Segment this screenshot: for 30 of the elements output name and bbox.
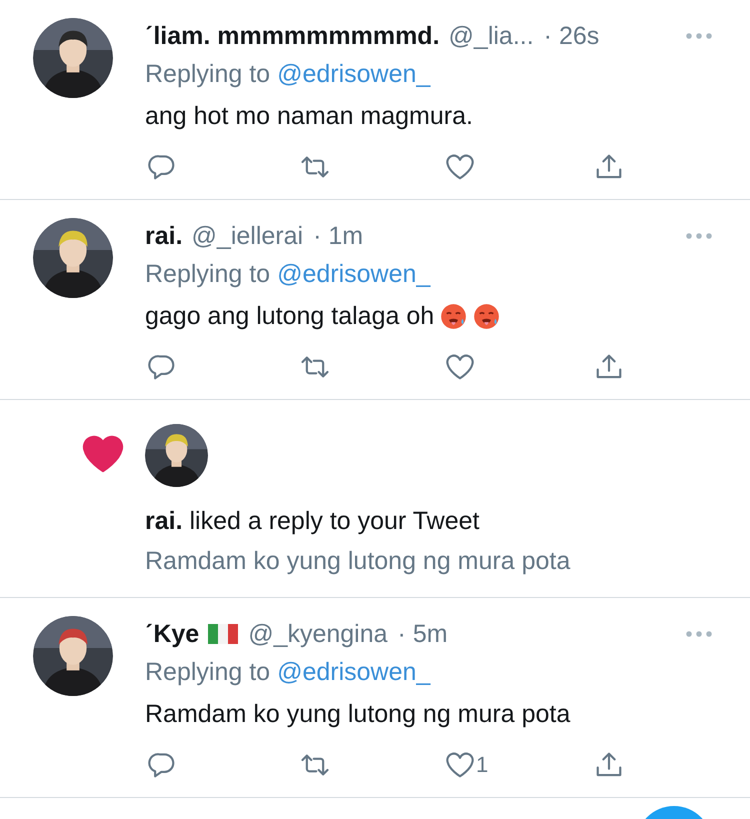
reply-icon[interactable] <box>147 152 177 182</box>
mention-link[interactable]: @edrisowen_ <box>277 60 430 88</box>
timestamp: · 1m <box>313 222 364 250</box>
heart-icon[interactable] <box>445 352 475 382</box>
reply-icon[interactable] <box>147 352 177 382</box>
tweet-text: Ramdam ko yung lutong ng mura pota <box>145 700 570 728</box>
tweet-text: gago ang lutong talaga oh <box>145 302 434 330</box>
user-name[interactable]: ˊliam. mmmmmmmmmd. <box>145 22 440 50</box>
user-handle[interactable]: @_iellerai <box>192 222 304 250</box>
timestamp: · 26s <box>544 22 600 50</box>
notification-text: rai. liked a reply to your Tweet <box>145 506 480 537</box>
hot-face-icon <box>440 302 468 330</box>
hot-face-icon <box>473 302 500 330</box>
heart-icon[interactable] <box>445 152 475 182</box>
timestamp: · 5m <box>398 620 448 648</box>
user-name[interactable]: rai. <box>145 222 183 250</box>
tweet-text: ang hot mo naman magmura. <box>145 102 473 130</box>
user-name[interactable]: ˊKye <box>145 620 200 648</box>
user-handle[interactable]: @_lia... <box>448 22 534 50</box>
quoted-reply-text: Ramdam ko yung lutong ng mura pota <box>145 546 572 577</box>
replying-label: Replying to <box>145 60 270 88</box>
heart-icon[interactable] <box>445 750 475 780</box>
mention-link[interactable]: @edrisowen_ <box>277 658 430 686</box>
user-handle[interactable]: @_kyengina <box>248 620 388 648</box>
like-count: 1 <box>476 752 488 778</box>
flag-icon <box>208 624 238 644</box>
replying-label: Replying to <box>145 260 270 288</box>
mention-link[interactable]: @edrisowen_ <box>277 260 430 288</box>
reply-icon[interactable] <box>147 750 177 780</box>
replying-label: Replying to <box>145 658 270 686</box>
